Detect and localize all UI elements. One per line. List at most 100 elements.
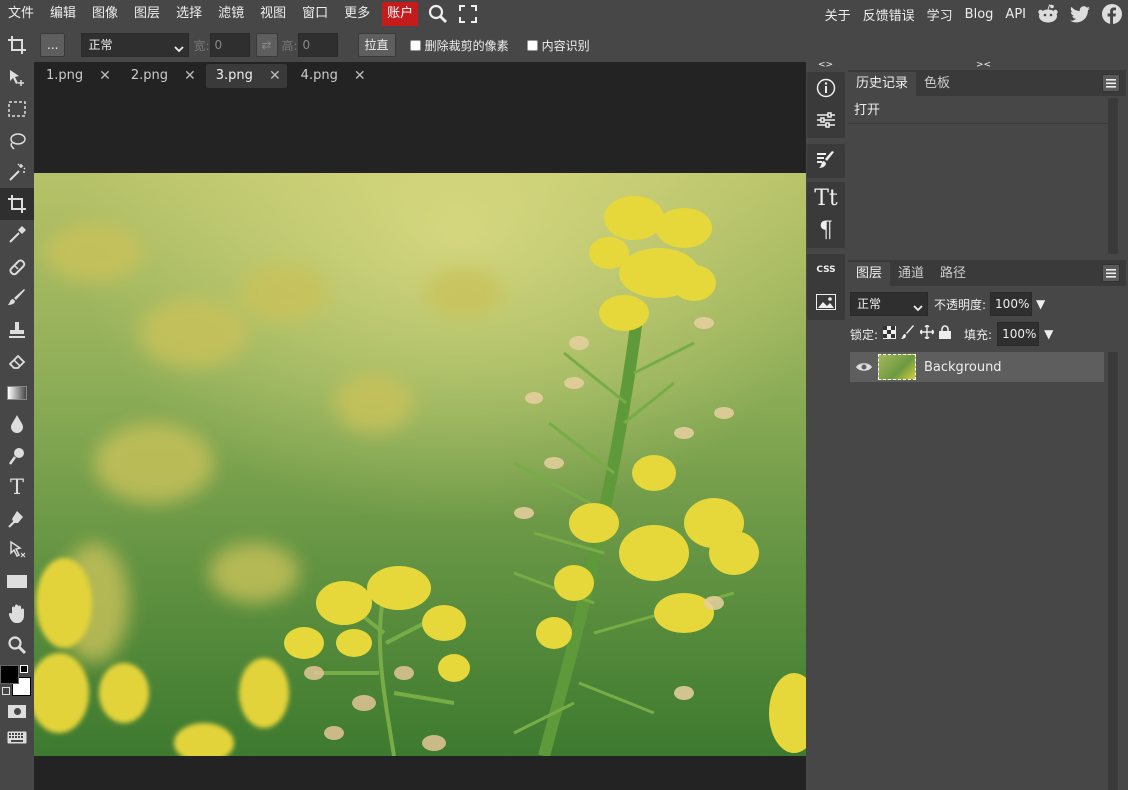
gradient-tool-icon[interactable] [0, 377, 34, 409]
eye-icon[interactable] [850, 362, 878, 372]
tab-3png[interactable]: 3.png ✕ [205, 64, 287, 88]
collapse-right-toggle[interactable]: >< [976, 60, 991, 70]
tab-4png[interactable]: 4.png ✕ [291, 64, 372, 88]
delete-cropped-box[interactable] [409, 39, 421, 51]
tab-paths[interactable]: 路径 [932, 262, 974, 286]
tab-2png[interactable]: 2.png ✕ [121, 64, 202, 88]
fill-input[interactable]: 100% [997, 322, 1040, 346]
history-menu-icon[interactable] [1102, 74, 1120, 92]
twitter-icon[interactable] [1064, 5, 1096, 23]
content-aware-box[interactable] [526, 39, 538, 51]
layers-menu-icon[interactable] [1102, 264, 1120, 282]
tab-1png[interactable]: 1.png ✕ [36, 64, 117, 88]
healing-tool-icon[interactable] [0, 251, 34, 283]
rectangle-tool-icon[interactable] [0, 566, 34, 598]
lock-transparency-icon[interactable] [883, 325, 897, 343]
close-icon[interactable]: ✕ [354, 64, 366, 88]
keyboard-icon[interactable] [0, 725, 34, 751]
adjustments-icon[interactable] [807, 104, 845, 136]
more-options-button[interactable]: ... [40, 33, 66, 57]
foreground-color-swatch[interactable] [0, 664, 19, 684]
menu-layer[interactable]: 图层 [126, 0, 168, 28]
quick-mask-icon[interactable] [0, 699, 34, 725]
close-icon[interactable]: ✕ [99, 64, 111, 88]
link-about[interactable]: 关于 [819, 5, 857, 24]
brush-tool-icon[interactable] [0, 283, 34, 315]
opacity-dropdown-icon[interactable]: ▼ [1036, 297, 1045, 311]
history-panel-header: 历史记录 色板 [848, 70, 1126, 96]
blend-mode-select[interactable]: 正常 [850, 292, 928, 316]
stamp-tool-icon[interactable] [0, 314, 34, 346]
swap-dimensions-button[interactable]: ⇄ [255, 33, 278, 57]
eraser-tool-icon[interactable] [0, 346, 34, 378]
character-icon[interactable]: Tt [807, 182, 845, 214]
path-select-tool-icon[interactable] [0, 535, 34, 567]
width-input[interactable]: 0 [209, 33, 250, 57]
history-scrollbar[interactable] [1108, 98, 1118, 254]
color-swatches[interactable] [0, 661, 34, 699]
close-icon[interactable]: ✕ [269, 64, 281, 88]
menu-view[interactable]: 视图 [252, 0, 294, 28]
brush-settings-icon[interactable] [807, 144, 845, 176]
close-icon[interactable]: ✕ [184, 64, 196, 88]
link-api[interactable]: API [999, 7, 1032, 22]
height-input[interactable]: 0 [297, 33, 338, 57]
crop-mode-select[interactable]: 正常 [81, 33, 190, 57]
tab-channels[interactable]: 通道 [890, 262, 932, 286]
marquee-tool-icon[interactable] [0, 94, 34, 126]
lock-all-icon[interactable] [939, 325, 952, 343]
link-blog[interactable]: Blog [959, 7, 1000, 22]
reset-colors-icon[interactable] [2, 686, 10, 695]
dodge-tool-icon[interactable] [0, 440, 34, 472]
fullscreen-icon[interactable] [456, 2, 480, 26]
menu-file[interactable]: 文件 [0, 0, 42, 28]
crop-tool-icon-active[interactable] [0, 188, 34, 220]
swap-colors-icon[interactable] [20, 664, 28, 673]
lock-position-icon[interactable] [919, 324, 936, 343]
menu-more[interactable]: 更多 [336, 0, 378, 28]
move-tool-icon[interactable] [0, 62, 34, 94]
content-aware-checkbox[interactable]: 内容识别 [526, 37, 590, 54]
blur-tool-icon[interactable] [0, 409, 34, 441]
history-item-label: 打开 [854, 103, 881, 118]
menu-filter[interactable]: 滤镜 [210, 0, 252, 28]
blend-mode-value: 正常 [857, 297, 882, 311]
css-icon[interactable]: CSS [807, 254, 845, 286]
layer-row[interactable]: Background [850, 352, 1104, 382]
history-item[interactable]: 打开 [848, 98, 1108, 124]
opacity-label: 不透明度: [934, 297, 987, 312]
menu-select[interactable]: 选择 [168, 0, 210, 28]
hand-tool-icon[interactable] [0, 598, 34, 630]
opacity-input[interactable]: 100% [990, 292, 1033, 316]
tab-layers[interactable]: 图层 [848, 262, 891, 286]
menu-image[interactable]: 图像 [84, 0, 126, 28]
zoom-tool-icon[interactable] [0, 629, 34, 661]
layers-list-area [850, 382, 1104, 790]
pen-tool-icon[interactable] [0, 503, 34, 535]
lock-pixels-icon[interactable] [901, 325, 915, 343]
search-icon[interactable] [426, 2, 450, 26]
canvas-image[interactable] [34, 173, 806, 756]
tab-swatches[interactable]: 色板 [916, 72, 958, 96]
lasso-tool-icon[interactable] [0, 125, 34, 157]
magic-wand-tool-icon[interactable] [0, 157, 34, 189]
layers-scrollbar[interactable] [1108, 352, 1118, 790]
link-learn[interactable]: 学习 [921, 5, 959, 24]
paragraph-icon[interactable]: ¶ [807, 214, 845, 246]
collapse-left-toggle[interactable]: <> [818, 60, 833, 70]
image-icon[interactable] [807, 286, 845, 318]
facebook-icon[interactable] [1096, 4, 1128, 24]
eyedropper-tool-icon[interactable] [0, 220, 34, 252]
options-bar: ... 正常 宽: 0 ⇄ 高: 0 拉直 删除裁剪的像素 内容识别 [0, 28, 1128, 62]
text-tool-icon[interactable]: T [0, 472, 34, 504]
reddit-icon[interactable] [1032, 4, 1064, 24]
info-icon[interactable] [807, 72, 845, 104]
link-report-bug[interactable]: 反馈错误 [857, 5, 921, 24]
tab-history[interactable]: 历史记录 [848, 72, 917, 96]
menu-window[interactable]: 窗口 [294, 0, 336, 28]
delete-cropped-checkbox[interactable]: 删除裁剪的像素 [409, 37, 509, 54]
menu-edit[interactable]: 编辑 [42, 0, 84, 28]
straighten-button[interactable]: 拉直 [357, 33, 396, 57]
fill-dropdown-icon[interactable]: ▼ [1044, 327, 1053, 341]
menu-account[interactable]: 账户 [382, 2, 419, 26]
